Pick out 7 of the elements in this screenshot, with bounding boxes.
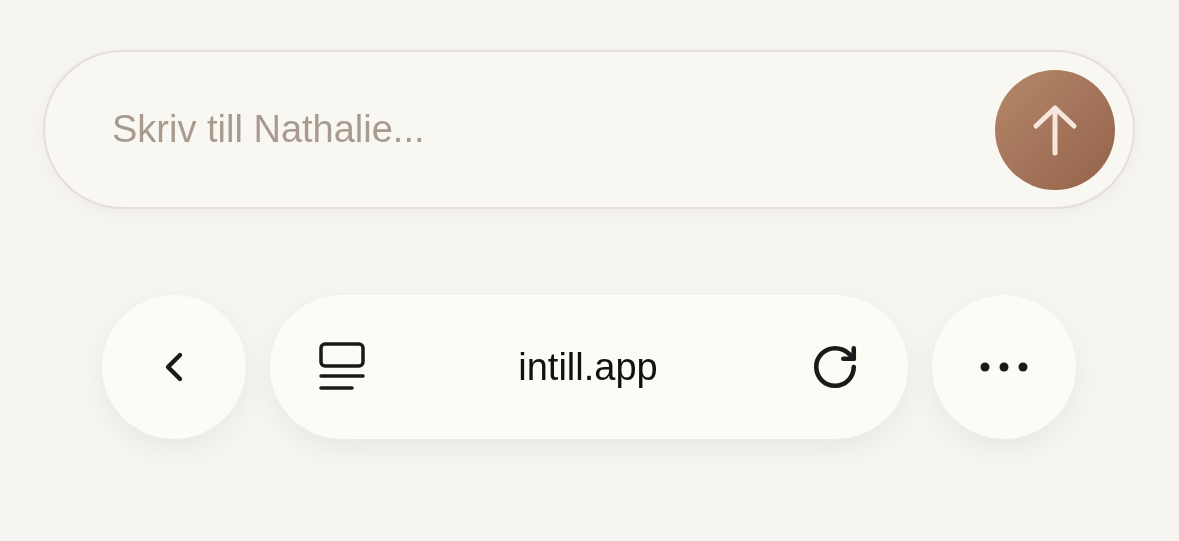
message-input[interactable]: Skriv till Nathalie... xyxy=(112,101,995,158)
more-icon xyxy=(980,362,1028,372)
message-field[interactable]: Skriv till Nathalie... xyxy=(43,50,1135,209)
reader-icon[interactable] xyxy=(318,341,366,393)
address-bar[interactable]: intill.app xyxy=(270,295,908,439)
url-text: intill.app xyxy=(518,344,658,390)
arrow-up-icon xyxy=(1032,103,1078,156)
